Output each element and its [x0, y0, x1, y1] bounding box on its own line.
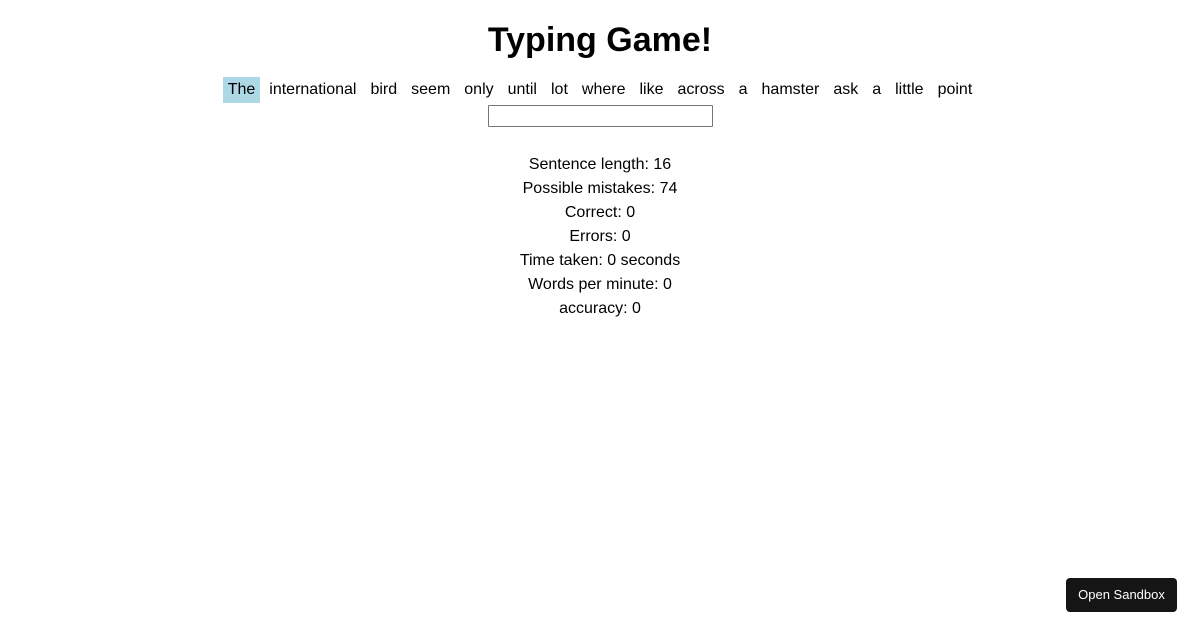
- word: little: [895, 81, 924, 98]
- word: international: [269, 81, 357, 98]
- word: a: [872, 81, 882, 98]
- stat-correct: Correct: 0: [564, 204, 636, 221]
- word: a: [738, 81, 748, 98]
- word: bird: [370, 81, 398, 98]
- typing-game-app: Typing Game! The international bird seem…: [0, 0, 1200, 630]
- word: until: [507, 81, 537, 98]
- page-title: Typing Game!: [487, 21, 713, 59]
- input-row: [0, 105, 1200, 127]
- typing-input[interactable]: [487, 105, 713, 127]
- stat-possible-mistakes: Possible mistakes: 74: [522, 180, 678, 197]
- sentence-words: The international bird seem only until l…: [0, 77, 1200, 103]
- word: where: [581, 81, 626, 98]
- word: only: [464, 81, 494, 98]
- stat-errors: Errors: 0: [569, 228, 631, 245]
- word: like: [639, 81, 664, 98]
- stat-time-taken: Time taken: 0 seconds: [519, 252, 681, 269]
- stat-words-per-minute: Words per minute: 0: [528, 276, 672, 293]
- word: point: [937, 81, 973, 98]
- word: across: [677, 81, 725, 98]
- stat-sentence-length: Sentence length: 16: [528, 156, 672, 173]
- stat-accuracy: accuracy: 0: [559, 300, 641, 317]
- stats-panel: Sentence length: 16 Possible mistakes: 7…: [0, 153, 1200, 321]
- word-active: The: [222, 77, 261, 103]
- word: hamster: [761, 81, 820, 98]
- word: ask: [833, 81, 859, 98]
- open-sandbox-button[interactable]: Open Sandbox: [1066, 578, 1177, 612]
- word: seem: [411, 81, 451, 98]
- word: lot: [550, 81, 568, 98]
